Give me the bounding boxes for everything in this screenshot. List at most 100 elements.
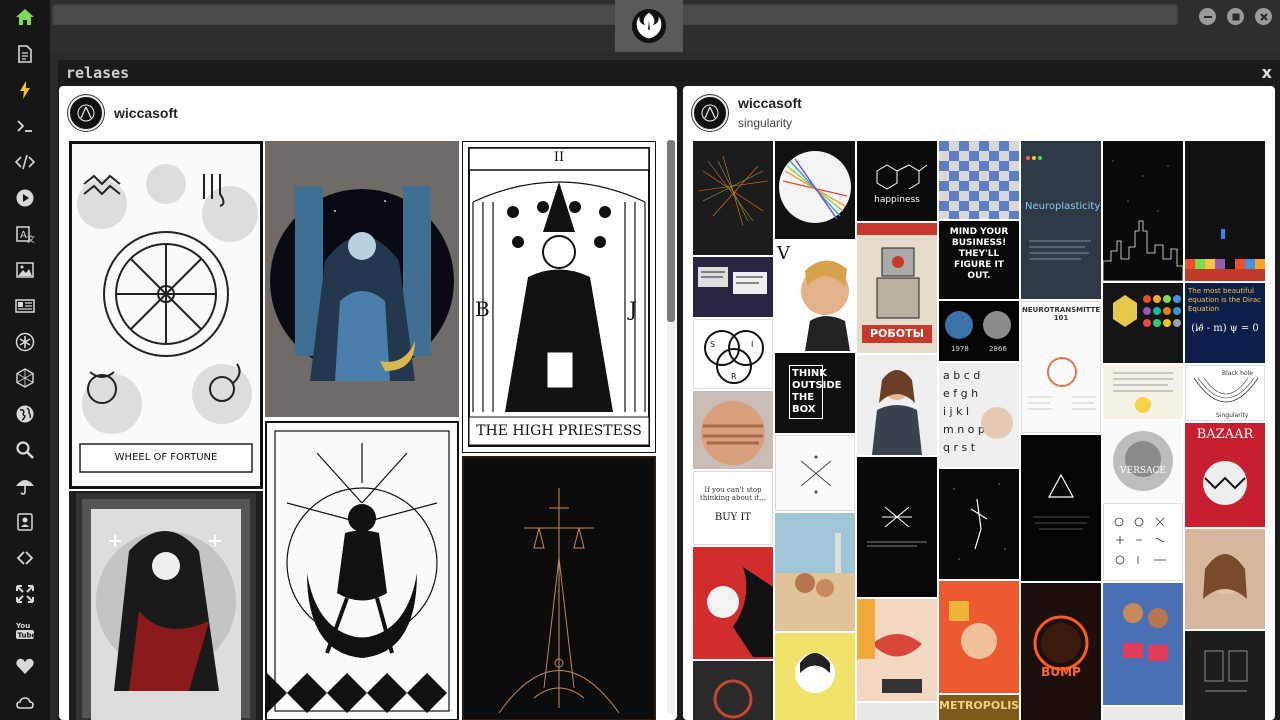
priestess-caption: THE HIGH PRIESTESS [476,423,642,439]
neuroplasticity-image[interactable]: Neuroplasticity [1021,141,1101,299]
svg-text:V: V [776,243,791,264]
sir-venn-image[interactable]: S I R [693,319,773,389]
fashion-portrait-image[interactable] [1185,529,1265,629]
bottom-strip-image[interactable] [1103,707,1183,720]
mind-your-business-image[interactable]: MIND YOUR BUSINESS! THEY'LL FIGURE IT OU… [939,221,1019,299]
city-skyline-image[interactable] [1103,141,1183,281]
lightning-icon[interactable] [0,73,50,107]
priestess-numeral: II [553,150,565,165]
contact-icon[interactable] [0,505,50,539]
planet-jupiter-image[interactable] [693,391,773,469]
swimwear-photo-image[interactable] [1103,583,1183,705]
versace-portrait-image[interactable]: VERSACE [1103,421,1183,501]
buy-it-text: BUY IT [714,512,752,523]
youtube-icon[interactable]: You Tube [0,613,50,647]
protest-signs-image[interactable] [693,257,773,317]
neurotransmitters-image[interactable]: NEUROTRANSMITTERS 101 [1021,301,1101,433]
username[interactable]: wiccasoft [114,105,178,121]
think-outside-box-image[interactable]: THINK OUTSIDE THE BOX [775,353,855,433]
buy-it-top: If you can't stop thinking about it... [700,486,766,502]
wheel-of-fortune-image[interactable]: WHEEL OF FORTUNE [69,141,263,489]
terminal-icon[interactable] [0,109,50,143]
color-threads-image[interactable] [775,141,855,239]
out-poster-image[interactable] [939,581,1019,693]
rebel-logo-tab[interactable] [615,0,683,52]
chess-board-image[interactable] [939,141,1019,219]
dirac-equation-image[interactable]: The most beautiful equation is the Dirac… [1185,283,1265,363]
happiness-molecule-image[interactable]: happiness [857,141,937,221]
rebel-alliance-icon [631,8,667,44]
news-icon[interactable] [0,289,50,323]
image-icon[interactable] [0,253,50,287]
svg-text:文: 文 [27,234,35,244]
newspaper-image[interactable] [1103,365,1183,419]
link-icon[interactable] [0,541,50,575]
heart-icon[interactable] [0,649,50,683]
red-hand-poster-image[interactable] [693,547,773,659]
neurotransmitters-text: NEUROTRANSMITTERS 101 [1022,306,1101,322]
panel-close-button[interactable]: x [1262,63,1272,82]
close-window-button[interactable] [1255,8,1272,25]
svg-text:You: You [15,622,30,630]
symbols-chart-image[interactable] [1103,503,1183,581]
moon-chair-tarot-image[interactable] [265,421,459,720]
metropolis-image[interactable]: METROPOLIS [939,695,1019,720]
happiness-text: happiness [874,195,920,205]
sidebar: A文 You Tube [0,0,50,720]
mind-text: MIND YOUR BUSINESS! THEY'LL FIGURE IT OU… [949,227,1009,281]
portrait-woman-image[interactable] [857,355,937,455]
username[interactable]: wiccasoft [738,95,802,111]
maximize-button[interactable] [1227,8,1244,25]
bump-text: BUMP [1041,665,1081,679]
bazaar-cover-image[interactable]: BAZAAR [1185,423,1265,527]
translate-icon[interactable]: A文 [0,217,50,251]
think-text: THINK OUTSIDE THE BOX [789,365,842,419]
search-icon[interactable] [0,433,50,467]
document-icon[interactable] [0,37,50,71]
reaper-tarot-image[interactable] [69,491,263,720]
planets-image[interactable]: 1978 2866 [939,301,1019,361]
dirac-title: The most beautiful equation is the Dirac… [1188,287,1261,313]
bazaar-text: BAZAAR [1196,427,1254,442]
umbrella-icon[interactable] [0,469,50,503]
bump-poster-image[interactable]: BUMP [1021,583,1101,720]
avatar[interactable] [68,95,104,131]
buy-it-image[interactable]: If you can't stop thinking about it... B… [693,471,773,545]
lips-poster-image[interactable] [857,599,937,701]
dark-poster-image[interactable] [693,661,773,720]
cross-minimal-image[interactable] [775,435,855,511]
robots-poster-image[interactable]: РОБОТЫ [857,223,937,353]
asterisk-icon[interactable] [0,325,50,359]
vogue-cover-image[interactable]: V [775,241,855,351]
expand-icon[interactable] [0,577,50,611]
avatar[interactable] [692,95,728,131]
board-name[interactable]: singularity [738,116,792,130]
scrollbar-thumb[interactable] [667,140,675,322]
beach-photo-image[interactable] [775,513,855,631]
dark-symbol-image[interactable] [939,469,1019,579]
triangle-quote-image[interactable] [1021,435,1101,581]
globe-icon[interactable] [0,397,50,431]
dots-grid-image[interactable] [1103,283,1183,363]
black-hole-image[interactable]: Black hole Singularity [1185,365,1265,421]
svg-text:m n o p: m n o p [943,423,985,436]
high-priestess-image[interactable]: II B J THE HIGH PRIESTESS [462,141,656,453]
blackhole-text: Black hole [1222,370,1253,377]
minimal-cross-dark-image[interactable] [857,457,937,597]
queen-tarot-image[interactable] [265,141,459,417]
string-art-image[interactable] [693,141,773,255]
hexagon-icon[interactable] [0,361,50,395]
robots-text: РОБОТЫ [869,327,925,340]
home-icon[interactable] [0,0,50,34]
yellow-portrait-image[interactable] [775,633,855,720]
bottom-tile-image[interactable] [857,703,937,720]
minimize-button[interactable] [1199,8,1216,25]
play-icon[interactable] [0,181,50,215]
venn-label-i: I [751,340,754,349]
typography-face-image[interactable]: a b c d e f g h i j k l m n o p q r s t [939,363,1019,467]
code-icon[interactable] [0,145,50,179]
tetris-image[interactable] [1185,141,1265,281]
dark-diagram-image[interactable] [1185,631,1265,720]
alchemy-tarot-image[interactable] [462,456,656,720]
cloud-icon[interactable] [0,685,50,719]
